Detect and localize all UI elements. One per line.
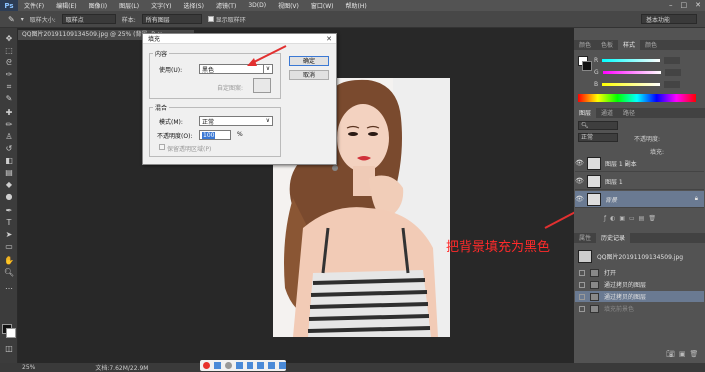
blue-slider-row: B — [594, 80, 684, 88]
r-label: R — [594, 56, 599, 64]
tab-color[interactable]: 颜色 — [574, 39, 596, 50]
b-label: B — [594, 80, 599, 88]
b-value-box[interactable] — [664, 80, 681, 88]
sogou-logo-icon — [203, 362, 210, 369]
g-label: G — [594, 68, 599, 76]
layer-row[interactable]: 👁︎ 图层 1 — [575, 173, 704, 190]
history-item[interactable]: 打开 — [575, 267, 704, 278]
ime-toolbar[interactable] — [200, 360, 286, 371]
r-value-box[interactable] — [664, 56, 681, 64]
tab-swatches[interactable]: 色板 — [596, 39, 618, 50]
history-item-label: 通过拷贝的图层 — [604, 282, 647, 289]
panel-bg-swatch[interactable] — [582, 61, 592, 71]
red-slider[interactable] — [602, 58, 661, 62]
tab-history[interactable]: 历史记录 — [596, 232, 631, 243]
chinese-mode-icon[interactable] — [213, 362, 221, 369]
history-step-icon — [590, 280, 599, 289]
layer-row[interactable]: 👁︎ 图层 1 副本 — [575, 155, 704, 172]
eye-icon[interactable]: 👁︎ — [575, 195, 584, 203]
history-footer-icons[interactable]: 📷︎▣🗑︎ — [666, 350, 702, 358]
layer-name: 图层 1 副本 — [605, 160, 637, 168]
tab-channels[interactable]: 通道 — [596, 107, 618, 118]
history-brush-source-box[interactable] — [579, 281, 585, 288]
toolbox-icon[interactable] — [279, 362, 286, 369]
layers-footer-icons[interactable]: ƒ◐▣▭▤🗑︎ — [604, 215, 700, 223]
history-item-label: 通过拷贝的图层 — [604, 294, 647, 301]
layer-thumbnail — [587, 156, 601, 170]
tab-layers[interactable]: 图层 — [574, 107, 597, 118]
lock-icon: 🔒︎ — [694, 195, 698, 202]
snapshot-name: QQ图片20191109134509.jpg — [597, 253, 684, 261]
punctuation-icon[interactable] — [224, 362, 232, 369]
right-panels: 颜色 色板 样式 颜色 R G B 图层 通道 路径 🔍︎ 正常 不透明度: 填… — [574, 28, 705, 363]
history-snapshot[interactable]: QQ图片20191109134509.jpg — [575, 248, 704, 264]
layer-thumbnail — [587, 174, 601, 188]
voice-icon[interactable] — [246, 362, 254, 369]
red-slider-row: R — [594, 56, 684, 64]
eye-icon[interactable]: 👁︎ — [575, 159, 584, 167]
history-panel-tabs: 属性 历史记录 — [574, 232, 705, 243]
history-item-label: 打开 — [604, 270, 617, 277]
status-bar: 25% 文档:7.62M/22.9M — [0, 363, 705, 372]
history-item-selected[interactable]: 通过拷贝的图层 — [575, 291, 704, 302]
history-brush-source-box[interactable] — [579, 305, 585, 312]
layer-row-selected[interactable]: 👁︎ 背景 🔒︎ — [575, 191, 704, 208]
snapshot-thumbnail — [578, 249, 592, 263]
green-slider-row: G — [594, 68, 684, 76]
keyboard-icon[interactable] — [257, 362, 265, 369]
blend-mode-value: 正常 — [581, 134, 594, 141]
history-step-icon — [590, 268, 599, 277]
tab-color-2[interactable]: 颜色 — [640, 39, 662, 50]
annotation-text: 把背景填充为黑色 — [446, 240, 551, 255]
layer-name: 背景 — [605, 196, 618, 204]
zoom-level[interactable]: 25% — [22, 364, 35, 371]
blend-mode-select[interactable]: 正常 — [578, 133, 618, 142]
history-item[interactable]: 通过拷贝的图层 — [575, 279, 704, 290]
tab-paths[interactable]: 路径 — [618, 107, 640, 118]
eye-icon[interactable]: 👁︎ — [575, 177, 584, 185]
layer-opacity-label: 不透明度: — [634, 136, 661, 143]
color-spectrum-bar[interactable] — [578, 94, 696, 102]
skin-icon[interactable] — [268, 362, 276, 369]
history-item-dimmed[interactable]: 填充前景色 — [575, 303, 704, 314]
color-panel-tabs: 颜色 色板 样式 颜色 — [574, 39, 705, 50]
layers-panel-tabs: 图层 通道 路径 — [574, 107, 705, 118]
tab-properties[interactable]: 属性 — [574, 232, 596, 243]
history-item-label: 填充前景色 — [604, 306, 635, 313]
document-size: 文档:7.62M/22.9M — [95, 365, 149, 372]
history-step-icon — [590, 304, 599, 313]
blue-slider[interactable] — [602, 82, 661, 86]
layer-name: 图层 1 — [605, 178, 623, 186]
history-brush-source-box[interactable] — [579, 269, 585, 276]
g-value-box[interactable] — [664, 68, 681, 76]
emoji-icon[interactable] — [235, 362, 243, 369]
layer-thumbnail — [587, 192, 601, 206]
history-brush-source-box[interactable] — [579, 293, 585, 300]
tab-styles[interactable]: 样式 — [618, 39, 641, 50]
layer-kind-filter[interactable]: 🔍︎ — [578, 121, 618, 130]
history-step-icon — [590, 292, 599, 301]
green-slider[interactable] — [602, 70, 661, 74]
